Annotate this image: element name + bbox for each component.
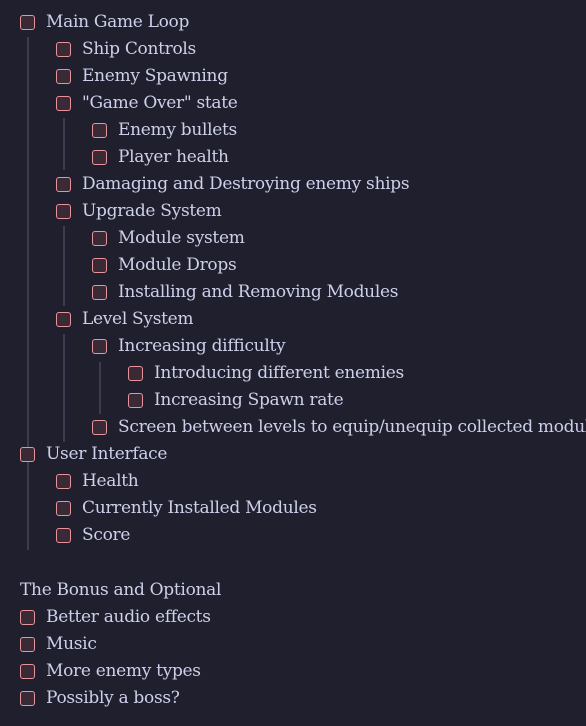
task-label: Better audio effects — [46, 607, 211, 627]
task-label: Currently Installed Modules — [82, 498, 317, 518]
task-label: Increasing Spawn rate — [154, 390, 344, 410]
indent-guide — [99, 362, 101, 414]
task-label: Score — [82, 525, 131, 545]
bonus-heading: The Bonus and Optional — [20, 580, 222, 600]
task-label: Possibly a boss? — [46, 688, 180, 708]
task-item: Introducing different enemies — [128, 360, 404, 387]
task-item: Increasing difficulty — [92, 333, 286, 360]
task-checkbox[interactable] — [20, 637, 35, 652]
task-item: Main Game Loop — [20, 9, 189, 36]
task-checkbox[interactable] — [56, 204, 71, 219]
task-item: "Game Over" state — [56, 90, 238, 117]
task-item: Damaging and Destroying enemy ships — [56, 171, 410, 198]
task-checkbox[interactable] — [92, 339, 107, 354]
task-item: Better audio effects — [20, 604, 211, 631]
task-item: Level System — [56, 306, 194, 333]
task-checkbox[interactable] — [56, 96, 71, 111]
task-item: User Interface — [20, 441, 167, 468]
task-label: Main Game Loop — [46, 12, 190, 32]
task-item: Module Drops — [92, 252, 237, 279]
task-checkbox[interactable] — [92, 258, 107, 273]
task-item: Possibly a boss? — [20, 685, 180, 712]
task-label: Ship Controls — [82, 39, 196, 59]
task-checkbox[interactable] — [56, 501, 71, 516]
task-checkbox[interactable] — [92, 285, 107, 300]
task-item: Enemy Spawning — [56, 63, 228, 90]
task-label: Player health — [118, 147, 229, 167]
task-checkbox[interactable] — [128, 366, 143, 381]
task-item: Module system — [92, 225, 245, 252]
task-checkbox[interactable] — [56, 69, 71, 84]
task-label: Level System — [82, 309, 194, 329]
task-item: More enemy types — [20, 658, 201, 685]
task-checkbox[interactable] — [128, 393, 143, 408]
task-checkbox[interactable] — [56, 474, 71, 489]
task-label: Increasing difficulty — [118, 336, 286, 356]
task-checkbox[interactable] — [92, 150, 107, 165]
task-checkbox[interactable] — [20, 691, 35, 706]
task-item: Music — [20, 631, 97, 658]
indent-guide — [63, 226, 65, 306]
task-checkbox[interactable] — [56, 42, 71, 57]
task-checkbox[interactable] — [20, 15, 35, 30]
task-label: Screen between levels to equip/unequip c… — [118, 417, 586, 437]
task-checkbox[interactable] — [20, 610, 35, 625]
task-item: Upgrade System — [56, 198, 222, 225]
task-label: "Game Over" state — [82, 93, 238, 113]
task-label: Module Drops — [118, 255, 237, 275]
task-label: Module system — [118, 228, 245, 248]
task-label: More enemy types — [46, 661, 201, 681]
task-checkbox[interactable] — [20, 664, 35, 679]
task-checkbox[interactable] — [56, 528, 71, 543]
task-item: Increasing Spawn rate — [128, 387, 344, 414]
task-label: Damaging and Destroying enemy ships — [82, 174, 410, 194]
task-checkbox[interactable] — [92, 231, 107, 246]
task-checkbox[interactable] — [56, 177, 71, 192]
task-item: Currently Installed Modules — [56, 495, 317, 522]
task-label: Enemy Spawning — [82, 66, 228, 86]
task-item: Score — [56, 522, 130, 549]
task-label: Installing and Removing Modules — [118, 282, 399, 302]
task-label: Music — [46, 634, 97, 654]
task-checkbox[interactable] — [92, 420, 107, 435]
indent-guide — [63, 118, 65, 170]
task-checkbox[interactable] — [20, 447, 35, 462]
task-checkbox[interactable] — [92, 123, 107, 138]
task-label: Enemy bullets — [118, 120, 237, 140]
task-item: Player health — [92, 144, 229, 171]
task-label: User Interface — [46, 444, 168, 464]
task-item: Health — [56, 468, 139, 495]
task-checkbox[interactable] — [56, 312, 71, 327]
task-item: Screen between levels to equip/unequip c… — [92, 414, 586, 441]
task-item: Installing and Removing Modules — [92, 279, 398, 306]
indent-guide — [27, 470, 29, 550]
task-item: Ship Controls — [56, 36, 196, 63]
indent-guide — [63, 334, 65, 442]
task-label: Introducing different enemies — [154, 363, 404, 383]
task-label: Health — [82, 471, 139, 491]
task-label: Upgrade System — [82, 201, 222, 221]
task-item: Enemy bullets — [92, 117, 237, 144]
